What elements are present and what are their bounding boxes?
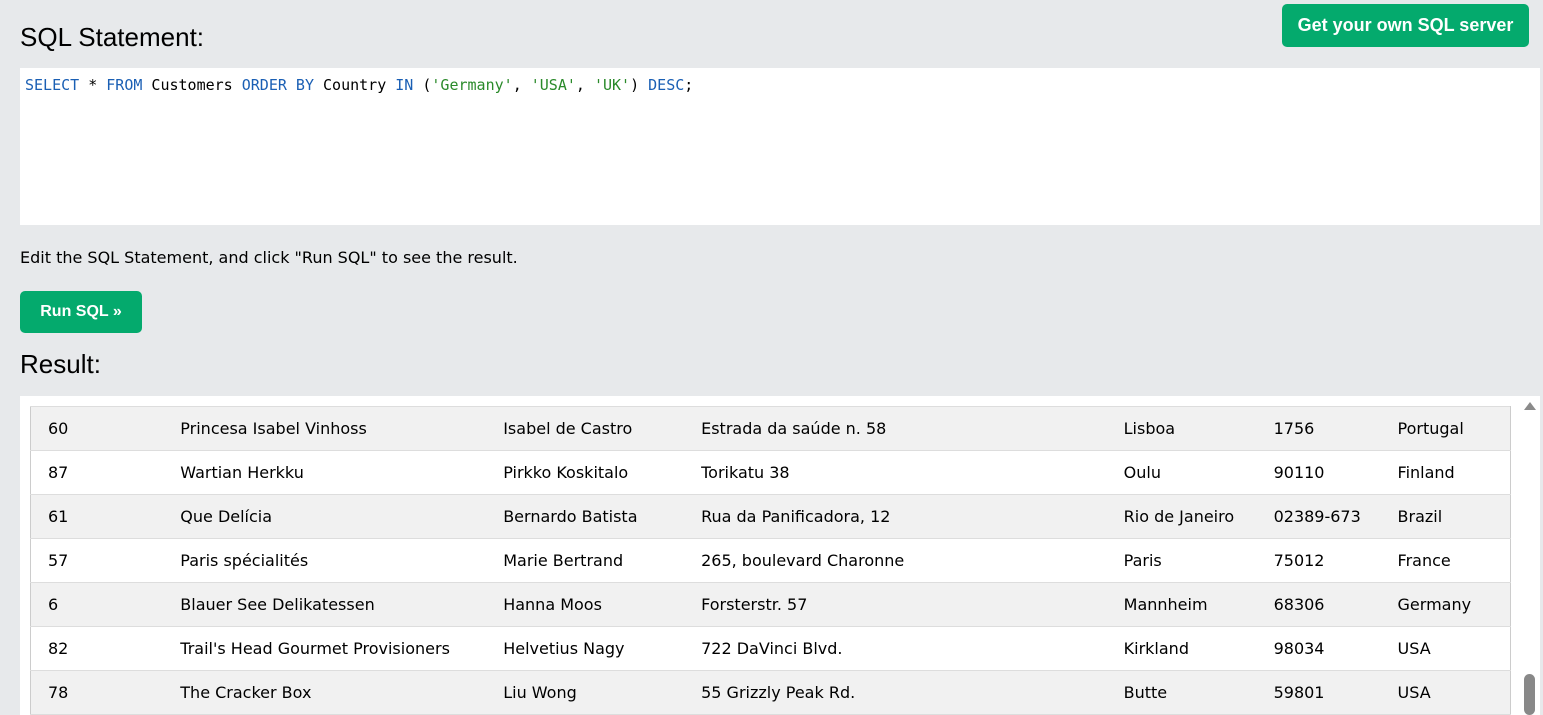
sql-statement-heading: SQL Statement: [20,22,205,52]
sql-token: SELECT [25,76,80,94]
get-sql-server-button[interactable]: Get your own SQL server [1282,4,1529,47]
table-cell: 98034 [1255,626,1380,671]
table-cell: The Cracker Box [162,670,486,715]
run-sql-button[interactable]: Run SQL » [20,291,142,333]
sql-token: 'Germany' [431,76,513,94]
table-cell: 90110 [1255,450,1380,495]
sql-token: ; [684,76,694,94]
table-cell: 78 [30,670,163,715]
table-cell: 60 [30,406,163,451]
table-cell: 02389-673 [1255,494,1380,539]
table-cell: Liu Wong [485,670,684,715]
table-cell: Torikatu 38 [683,450,1106,495]
result-panel[interactable]: 60 Princesa Isabel Vinhoss Isabel de Castr… [20,396,1540,715]
sql-token: DESC [648,76,685,94]
table-cell: Lisboa [1105,406,1256,451]
table-row: 60 Princesa Isabel Vinhoss Isabel de Castr… [30,406,1511,451]
table-cell: 59801 [1255,670,1380,715]
table-cell: Bernardo Batista [485,494,684,539]
sql-token: IN [395,76,414,94]
table-cell: Hanna Moos [485,582,684,627]
sql-token: ) [630,76,649,94]
table-cell: 265, boulevard Charonne [683,538,1106,583]
sql-token: 'USA' [530,76,576,94]
table-cell: Princesa Isabel Vinhoss [162,406,486,451]
table-cell: 6 [30,582,163,627]
sql-token: , [512,76,531,94]
table-row: 78 The Cracker Box Liu Wong 55 Grizzly Peak… [30,670,1511,715]
table-cell: Oulu [1105,450,1256,495]
table-cell: Forsterstr. 57 [683,582,1106,627]
table-cell: Finland [1379,450,1511,495]
table-cell: Marie Bertrand [485,538,684,583]
sql-token: * [79,76,107,94]
table-cell: Paris [1105,538,1256,583]
result-table: 60 Princesa Isabel Vinhoss Isabel de Castr… [30,406,1511,715]
sql-token: , [575,76,594,94]
table-cell: USA [1379,670,1511,715]
table-cell: 68306 [1255,582,1380,627]
table-cell: 57 [30,538,163,583]
sql-token: ORDER BY [241,76,314,94]
table-cell: Rio de Janeiro [1105,494,1256,539]
table-cell: Que Delícia [162,494,486,539]
table-cell: Portugal [1379,406,1511,451]
table-cell: Mannheim [1105,582,1256,627]
table-row: 6 Blauer See Delikatessen Hanna Moos Forste… [30,582,1511,627]
table-cell: France [1379,538,1511,583]
table-cell: Butte [1105,670,1256,715]
table-cell: Paris spécialités [162,538,486,583]
instructions-text: Edit the SQL Statement, and click "Run S… [20,248,518,267]
scroll-thumb[interactable] [1524,674,1535,715]
table-cell: Estrada da saúde n. 58 [683,406,1106,451]
table-cell: Germany [1379,582,1511,627]
table-cell: Trail's Head Gourmet Provisioners [162,626,486,671]
table-cell: 87 [30,450,163,495]
table-cell: Isabel de Castro [485,406,684,451]
table-cell: 82 [30,626,163,671]
table-cell: 75012 [1255,538,1380,583]
table-cell: Blauer See Delikatessen [162,582,486,627]
table-row: 82 Trail's Head Gourmet Provisioners Helve… [30,626,1511,671]
table-cell: Rua da Panificadora, 12 [683,494,1106,539]
sql-token: 'UK' [593,76,631,94]
table-cell: 1756 [1255,406,1380,451]
result-scrollbar[interactable] [1520,396,1540,715]
table-cell: Wartian Herkku [162,450,486,495]
sql-token: ( [413,76,432,94]
sql-token: Country [314,76,396,94]
table-row: 87 Wartian Herkku Pirkko Koskitalo Torikatu… [30,450,1511,495]
sql-editor[interactable]: SELECT * FROM Customers ORDER BY Country… [20,68,1540,225]
table-row: 61 Que Delícia Bernardo Batista Rua da Pani… [30,494,1511,539]
table-cell: Kirkland [1105,626,1256,671]
scroll-up-arrow-icon[interactable] [1524,402,1536,410]
sql-token: Customers [142,76,242,94]
table-cell: USA [1379,626,1511,671]
sql-token: FROM [106,76,143,94]
table-cell: Pirkko Koskitalo [485,450,684,495]
table-cell: Brazil [1379,494,1511,539]
table-cell: 55 Grizzly Peak Rd. [683,670,1106,715]
table-cell: 61 [30,494,163,539]
result-heading: Result: [20,349,101,379]
table-cell: Helvetius Nagy [485,626,684,671]
table-row: 57 Paris spécialités Marie Bertrand 265, bo… [30,538,1511,583]
table-cell: 722 DaVinci Blvd. [683,626,1106,671]
